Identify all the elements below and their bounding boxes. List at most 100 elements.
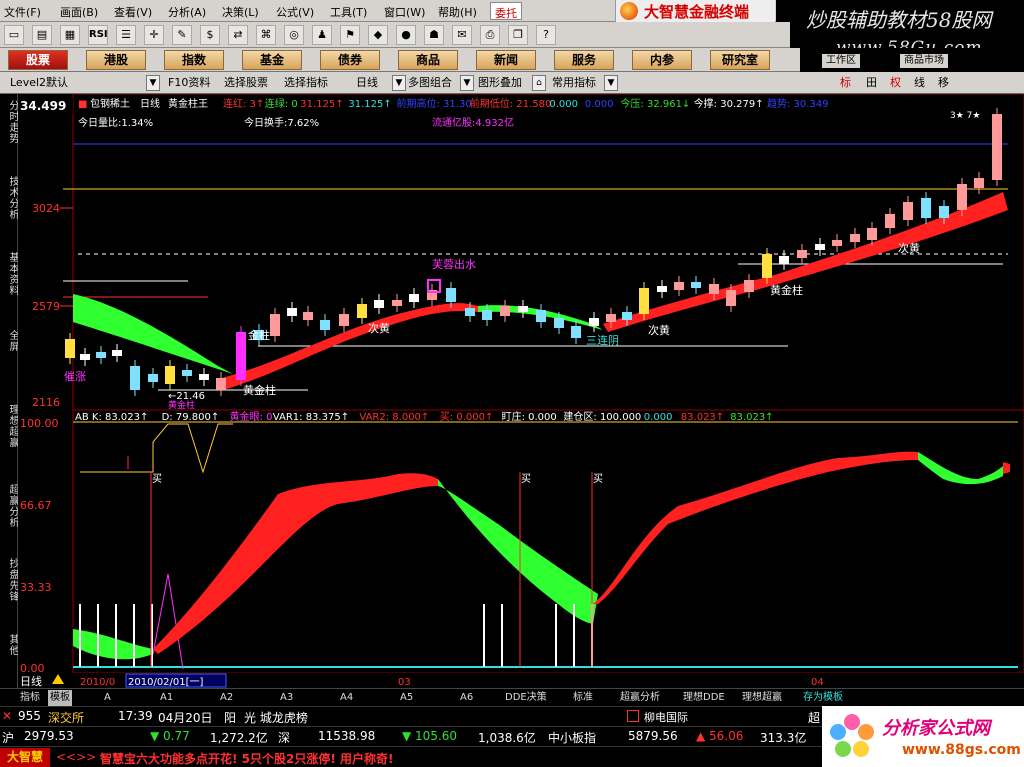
help-icon[interactable]: ?: [536, 25, 556, 45]
group-icon[interactable]: ♟: [312, 25, 332, 45]
template-tabs: 指标 模板 A A1 A2 A3 A4 A5 A6 DDE决策 标准 超赢分析 理想DDE 理想超赢 存为模…: [0, 688, 1024, 706]
nav-6[interactable]: 新闻: [476, 50, 536, 70]
menu-view[interactable]: 查看(V): [114, 4, 152, 20]
trade-icon[interactable]: ☗: [424, 25, 444, 45]
dzh-button[interactable]: 大智慧: [0, 748, 50, 767]
dollar-icon[interactable]: $: [200, 25, 220, 45]
level2-select[interactable]: Level2默认: [10, 75, 68, 91]
template-tab-11[interactable]: 超赢分析: [620, 690, 660, 706]
workspace-button[interactable]: 工作区: [822, 54, 860, 68]
print-icon[interactable]: ⎙: [480, 25, 500, 45]
commodity-market-button[interactable]: 商品市场: [900, 54, 948, 68]
sub-header: AB K: 83.023↑ D: 79.800↑ 黄金眼: 0 VAR1: 83.37…: [75, 410, 774, 423]
left-tab-3[interactable]: 全屏: [0, 330, 18, 352]
ctrl-right-2[interactable]: 权: [890, 75, 901, 91]
common-dropdown-icon[interactable]: ▼: [604, 75, 618, 91]
template-tab-1[interactable]: 模板: [48, 690, 72, 706]
template-tab-0[interactable]: 指标: [20, 690, 40, 706]
left-tab-4[interactable]: 理想超赢: [0, 404, 18, 448]
template-tab-13[interactable]: 理想超赢: [742, 690, 782, 706]
nav-2[interactable]: 指数: [164, 50, 224, 70]
template-tab-12[interactable]: 理想DDE: [683, 690, 725, 706]
chart-icon[interactable]: ▤: [32, 25, 52, 45]
lock-icon[interactable]: ⌂: [532, 75, 546, 91]
menu-help[interactable]: 帮助(H): [438, 4, 477, 20]
ctrl-right-0[interactable]: 标: [840, 75, 851, 91]
tree-icon[interactable]: ⌘: [256, 25, 276, 45]
gold-col-label2: 黄金柱: [770, 283, 803, 297]
common-indicator-button[interactable]: 常用指标: [552, 75, 596, 91]
select-indicator-button[interactable]: 选择指标: [284, 75, 328, 91]
ticker-text[interactable]: 智慧宝六大功能多点开花! 5只个股2只涨停! 用户称奇!: [100, 750, 393, 767]
stamp-icon[interactable]: ✉: [452, 25, 472, 45]
nav-5[interactable]: 商品: [398, 50, 458, 70]
left-tab-0[interactable]: 分时走势: [0, 100, 18, 144]
select-stock-button[interactable]: 选择股票: [224, 75, 268, 91]
menu-window[interactable]: 窗口(W): [384, 4, 425, 20]
overlay-button[interactable]: 图形叠加: [478, 75, 522, 91]
cross-icon[interactable]: ✛: [144, 25, 164, 45]
ruler-icon[interactable]: ✎: [172, 25, 192, 45]
period-dropdown-icon[interactable]: ▼: [392, 75, 406, 91]
multi-dropdown-icon[interactable]: ▼: [460, 75, 474, 91]
template-tab-5[interactable]: A3: [280, 690, 293, 706]
news-tag[interactable]: 柳电国际: [644, 709, 688, 725]
exchange-icon[interactable]: ⇄: [228, 25, 248, 45]
menu-file[interactable]: 文件(F): [4, 4, 41, 20]
template-tab-9[interactable]: DDE决策: [505, 690, 547, 706]
day-line-label: 日线: [20, 674, 42, 688]
template-tab-2[interactable]: A: [104, 690, 111, 706]
binoculars-icon[interactable]: ◎: [284, 25, 304, 45]
close-x-icon[interactable]: ✕: [2, 709, 12, 723]
left-tab-1[interactable]: 技术分析: [0, 176, 18, 220]
nav-7[interactable]: 服务: [554, 50, 614, 70]
grid-icon[interactable]: ▦: [60, 25, 80, 45]
template-tab-6[interactable]: A4: [340, 690, 353, 706]
buy-label-1: 买: [152, 473, 162, 485]
menu-screen[interactable]: 画面(B): [60, 4, 98, 20]
news-icon[interactable]: [627, 710, 639, 722]
coin-icon[interactable]: ●: [396, 25, 416, 45]
menu-decision[interactable]: 决策(L): [222, 4, 259, 20]
template-tab-7[interactable]: A5: [400, 690, 413, 706]
level2-dropdown-icon[interactable]: ▼: [146, 75, 160, 91]
nav-1[interactable]: 港股: [86, 50, 146, 70]
menu-analysis[interactable]: 分析(A): [168, 4, 206, 20]
f10-button[interactable]: F10资料: [168, 75, 210, 91]
multi-chart-button[interactable]: 多图组合: [408, 75, 452, 91]
period-select[interactable]: 日线: [356, 75, 378, 91]
ruler-icon-glyph: ✎: [177, 28, 187, 41]
nav-3[interactable]: 基金: [242, 50, 302, 70]
ticker-arrows[interactable]: <<>>: [56, 750, 96, 764]
gold-col-label1: 黄金柱: [243, 383, 276, 397]
left-tab-5[interactable]: 超赢分析: [0, 484, 18, 528]
ctrl-right-4[interactable]: 移: [938, 75, 949, 91]
template-tab-4[interactable]: A2: [220, 690, 233, 706]
x-mark-04: 04: [811, 677, 824, 688]
menu-formula[interactable]: 公式(V): [276, 4, 314, 20]
left-tab-6[interactable]: 抄盘先锋: [0, 558, 18, 602]
copy-icon[interactable]: ❐: [508, 25, 528, 45]
nav-4[interactable]: 债券: [320, 50, 380, 70]
shield-icon[interactable]: ◆: [368, 25, 388, 45]
template-tab-14[interactable]: 存为模板: [803, 690, 843, 706]
list-icon[interactable]: ☰: [116, 25, 136, 45]
nav-0[interactable]: 股票: [8, 50, 68, 70]
left-tab-2[interactable]: 基本资料: [0, 252, 18, 296]
top-marker: 3★ 7★: [950, 111, 980, 121]
template-tab-8[interactable]: A6: [460, 690, 473, 706]
template-tab-10[interactable]: 标准: [573, 690, 593, 706]
template-tab-3[interactable]: A1: [160, 690, 173, 706]
nav-8[interactable]: 内参: [632, 50, 692, 70]
rsi-icon[interactable]: RSI: [88, 25, 108, 45]
left-tab-7[interactable]: 其他: [0, 634, 18, 656]
ctrl-right-3[interactable]: 线: [914, 75, 925, 91]
candle-body: [500, 306, 510, 316]
ctrl-right-1[interactable]: 田: [866, 75, 877, 91]
flag-icon[interactable]: ⚑: [340, 25, 360, 45]
open-icon[interactable]: ▭: [4, 25, 24, 45]
menu-tools[interactable]: 工具(T): [330, 4, 367, 20]
tuo-button[interactable]: 委托: [490, 2, 522, 20]
candle-body: [236, 332, 246, 380]
nav-9[interactable]: 研究室: [710, 50, 770, 70]
